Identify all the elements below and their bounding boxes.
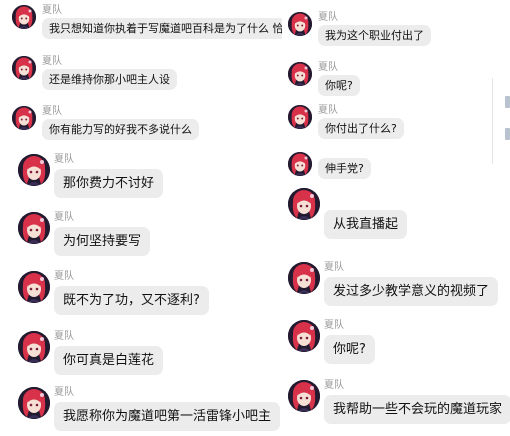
message-bubble[interactable]: 我为这个职业付出了	[318, 25, 431, 46]
message-bubble[interactable]: 你有能力写的好我不多说什么	[42, 119, 199, 140]
sender-name: 夏队	[54, 387, 74, 398]
message-bubble[interactable]: 从我直播起	[324, 210, 408, 239]
sender-name: 夏队	[318, 62, 338, 73]
chat-panel-top-right: 夏队 我为这个职业付出了 夏队 你呢? 夏队 你付出了什么? 伸手党?	[282, 0, 510, 186]
sender-name: 夏队	[324, 320, 344, 331]
sender-name: 夏队	[42, 5, 62, 16]
message-bubble[interactable]: 你可真是白莲花	[54, 346, 164, 375]
message-bubble[interactable]: 我帮助一些不会玩的魔道玩家	[324, 395, 510, 424]
avatar-icon[interactable]	[288, 380, 320, 412]
sender-name: 夏队	[42, 106, 62, 117]
chat-panel-top-left: 夏队 我只想知道你执着于写魔道吧百科是为了什么 恰米? 夏队 还是维持你那小吧主…	[0, 0, 292, 150]
sender-name: 夏队	[42, 56, 62, 67]
avatar-icon[interactable]	[12, 106, 36, 130]
message-bubble[interactable]: 你呢?	[324, 335, 375, 364]
message-bubble[interactable]: 你呢?	[318, 75, 360, 96]
message-bubble[interactable]: 我愿称你为魔道吧第一活雷锋小吧主	[54, 402, 281, 431]
message-bubble[interactable]: 还是维持你那小吧主人设	[42, 69, 177, 90]
message-bubble[interactable]: 既不为了功，又不逐利?	[54, 286, 209, 315]
avatar-icon[interactable]	[288, 262, 320, 294]
avatar-icon[interactable]	[12, 5, 36, 29]
sender-name: 夏队	[318, 105, 338, 116]
avatar-icon[interactable]	[288, 188, 320, 220]
avatar-icon[interactable]	[18, 212, 50, 244]
avatar-icon[interactable]	[18, 387, 50, 419]
chat-panel-bottom-left: 夏队 那你费力不讨好 夏队 为何坚持要写 夏队 既不为了功，又不逐利? 夏队 你…	[12, 150, 286, 436]
sender-name: 夏队	[318, 12, 338, 23]
sender-name: 夏队	[324, 262, 344, 273]
avatar-icon[interactable]	[288, 12, 312, 36]
avatar-icon[interactable]	[288, 62, 312, 86]
avatar-icon[interactable]	[288, 320, 320, 352]
avatar-icon[interactable]	[12, 56, 36, 80]
message-bubble[interactable]: 你付出了什么?	[318, 118, 404, 139]
sender-name: 夏队	[54, 212, 74, 223]
sender-name: 夏队	[54, 331, 74, 342]
sender-name: 夏队	[54, 154, 74, 165]
sender-name: 夏队	[324, 380, 344, 391]
edge-fragment-mark	[505, 128, 510, 140]
message-bubble[interactable]: 伸手党?	[318, 158, 371, 179]
avatar-icon[interactable]	[288, 152, 312, 176]
message-bubble[interactable]: 我只想知道你执着于写魔道吧百科是为了什么 恰米?	[42, 18, 292, 39]
window-edge-divider	[492, 78, 493, 164]
avatar-icon[interactable]	[18, 331, 50, 363]
avatar-icon[interactable]	[18, 154, 50, 186]
avatar-icon[interactable]	[18, 271, 50, 303]
sender-name: 夏队	[54, 271, 74, 282]
chat-panel-bottom-right: 从我直播起 夏队 发过多少教学意义的视频了 夏队 你呢? 夏队 我帮助一些不会玩…	[282, 186, 510, 436]
message-bubble[interactable]: 那你费力不讨好	[54, 169, 164, 198]
avatar-icon[interactable]	[288, 105, 312, 129]
message-bubble[interactable]: 为何坚持要写	[54, 227, 151, 256]
message-bubble[interactable]: 发过多少教学意义的视频了	[324, 277, 499, 306]
edge-fragment-mark	[505, 96, 510, 108]
